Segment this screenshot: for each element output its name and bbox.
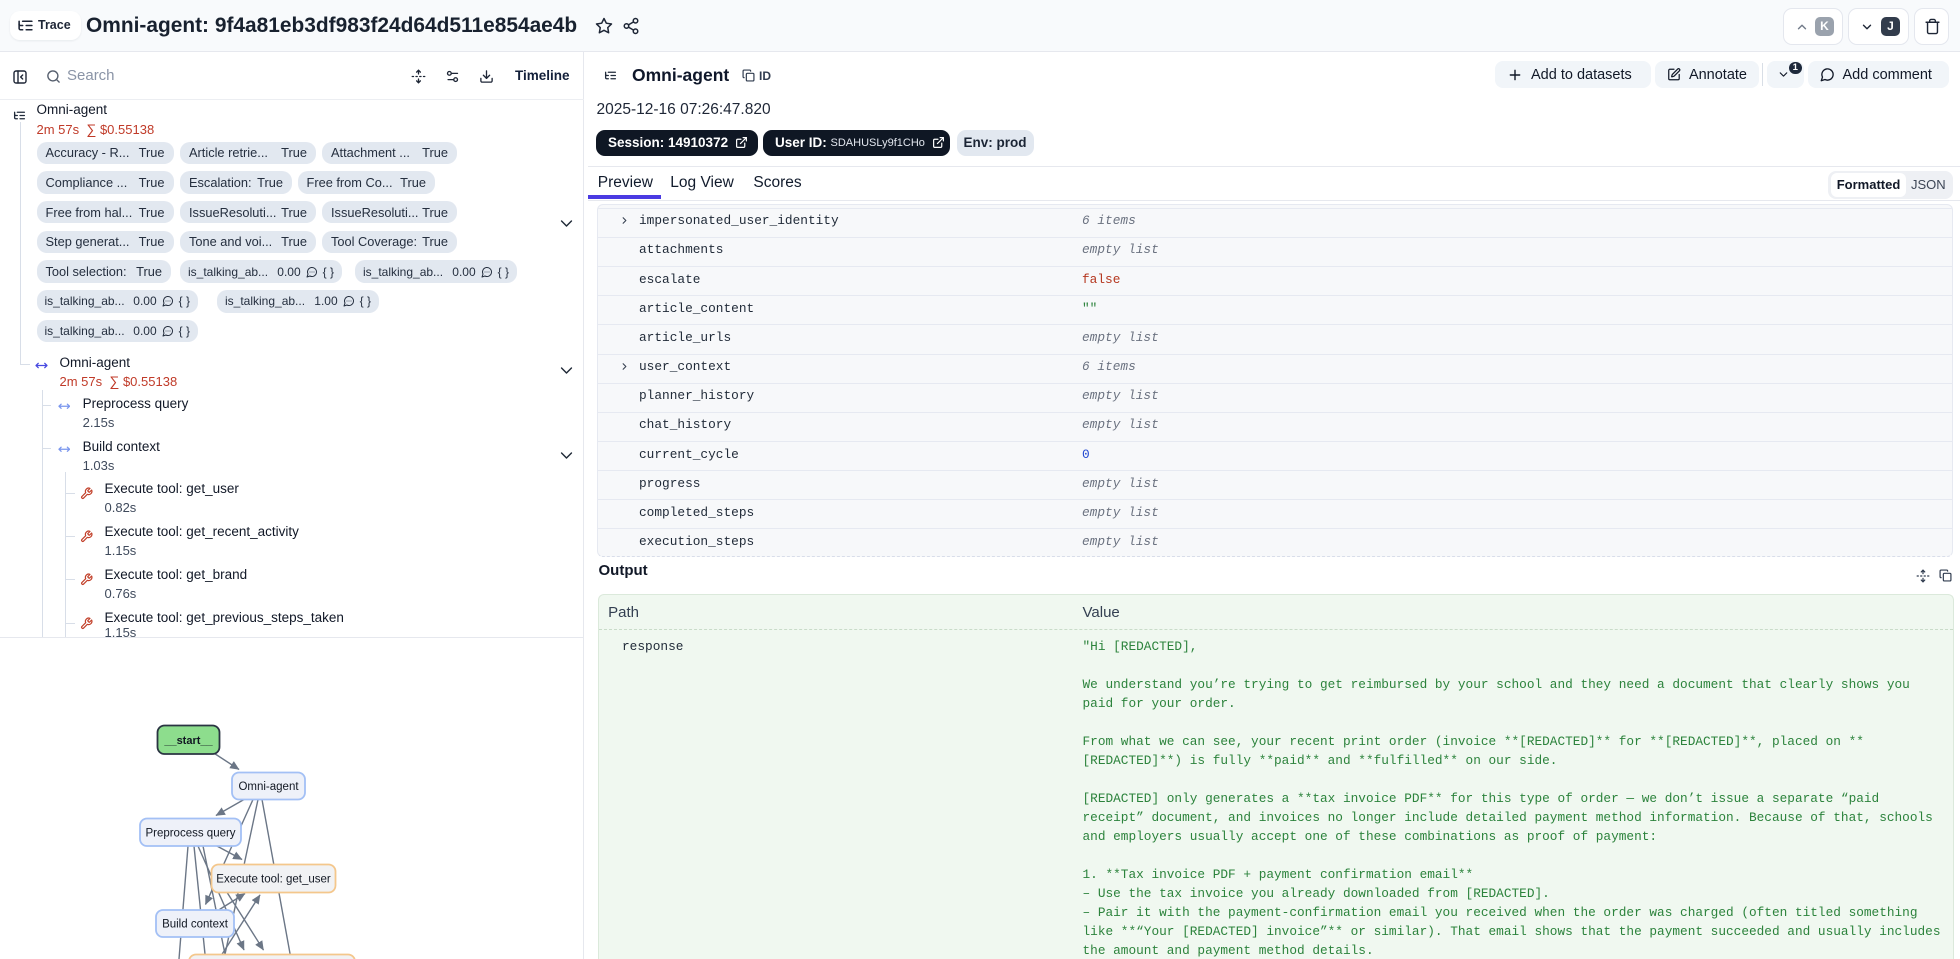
svg-text:Preprocess query: Preprocess query [145,827,235,839]
svg-text:Execute tool: get_user: Execute tool: get_user [216,874,331,886]
svg-text:Omni-agent: Omni-agent [238,781,299,793]
svg-text:Build context: Build context [162,919,229,931]
svg-text:__start__: __start__ [163,735,213,747]
